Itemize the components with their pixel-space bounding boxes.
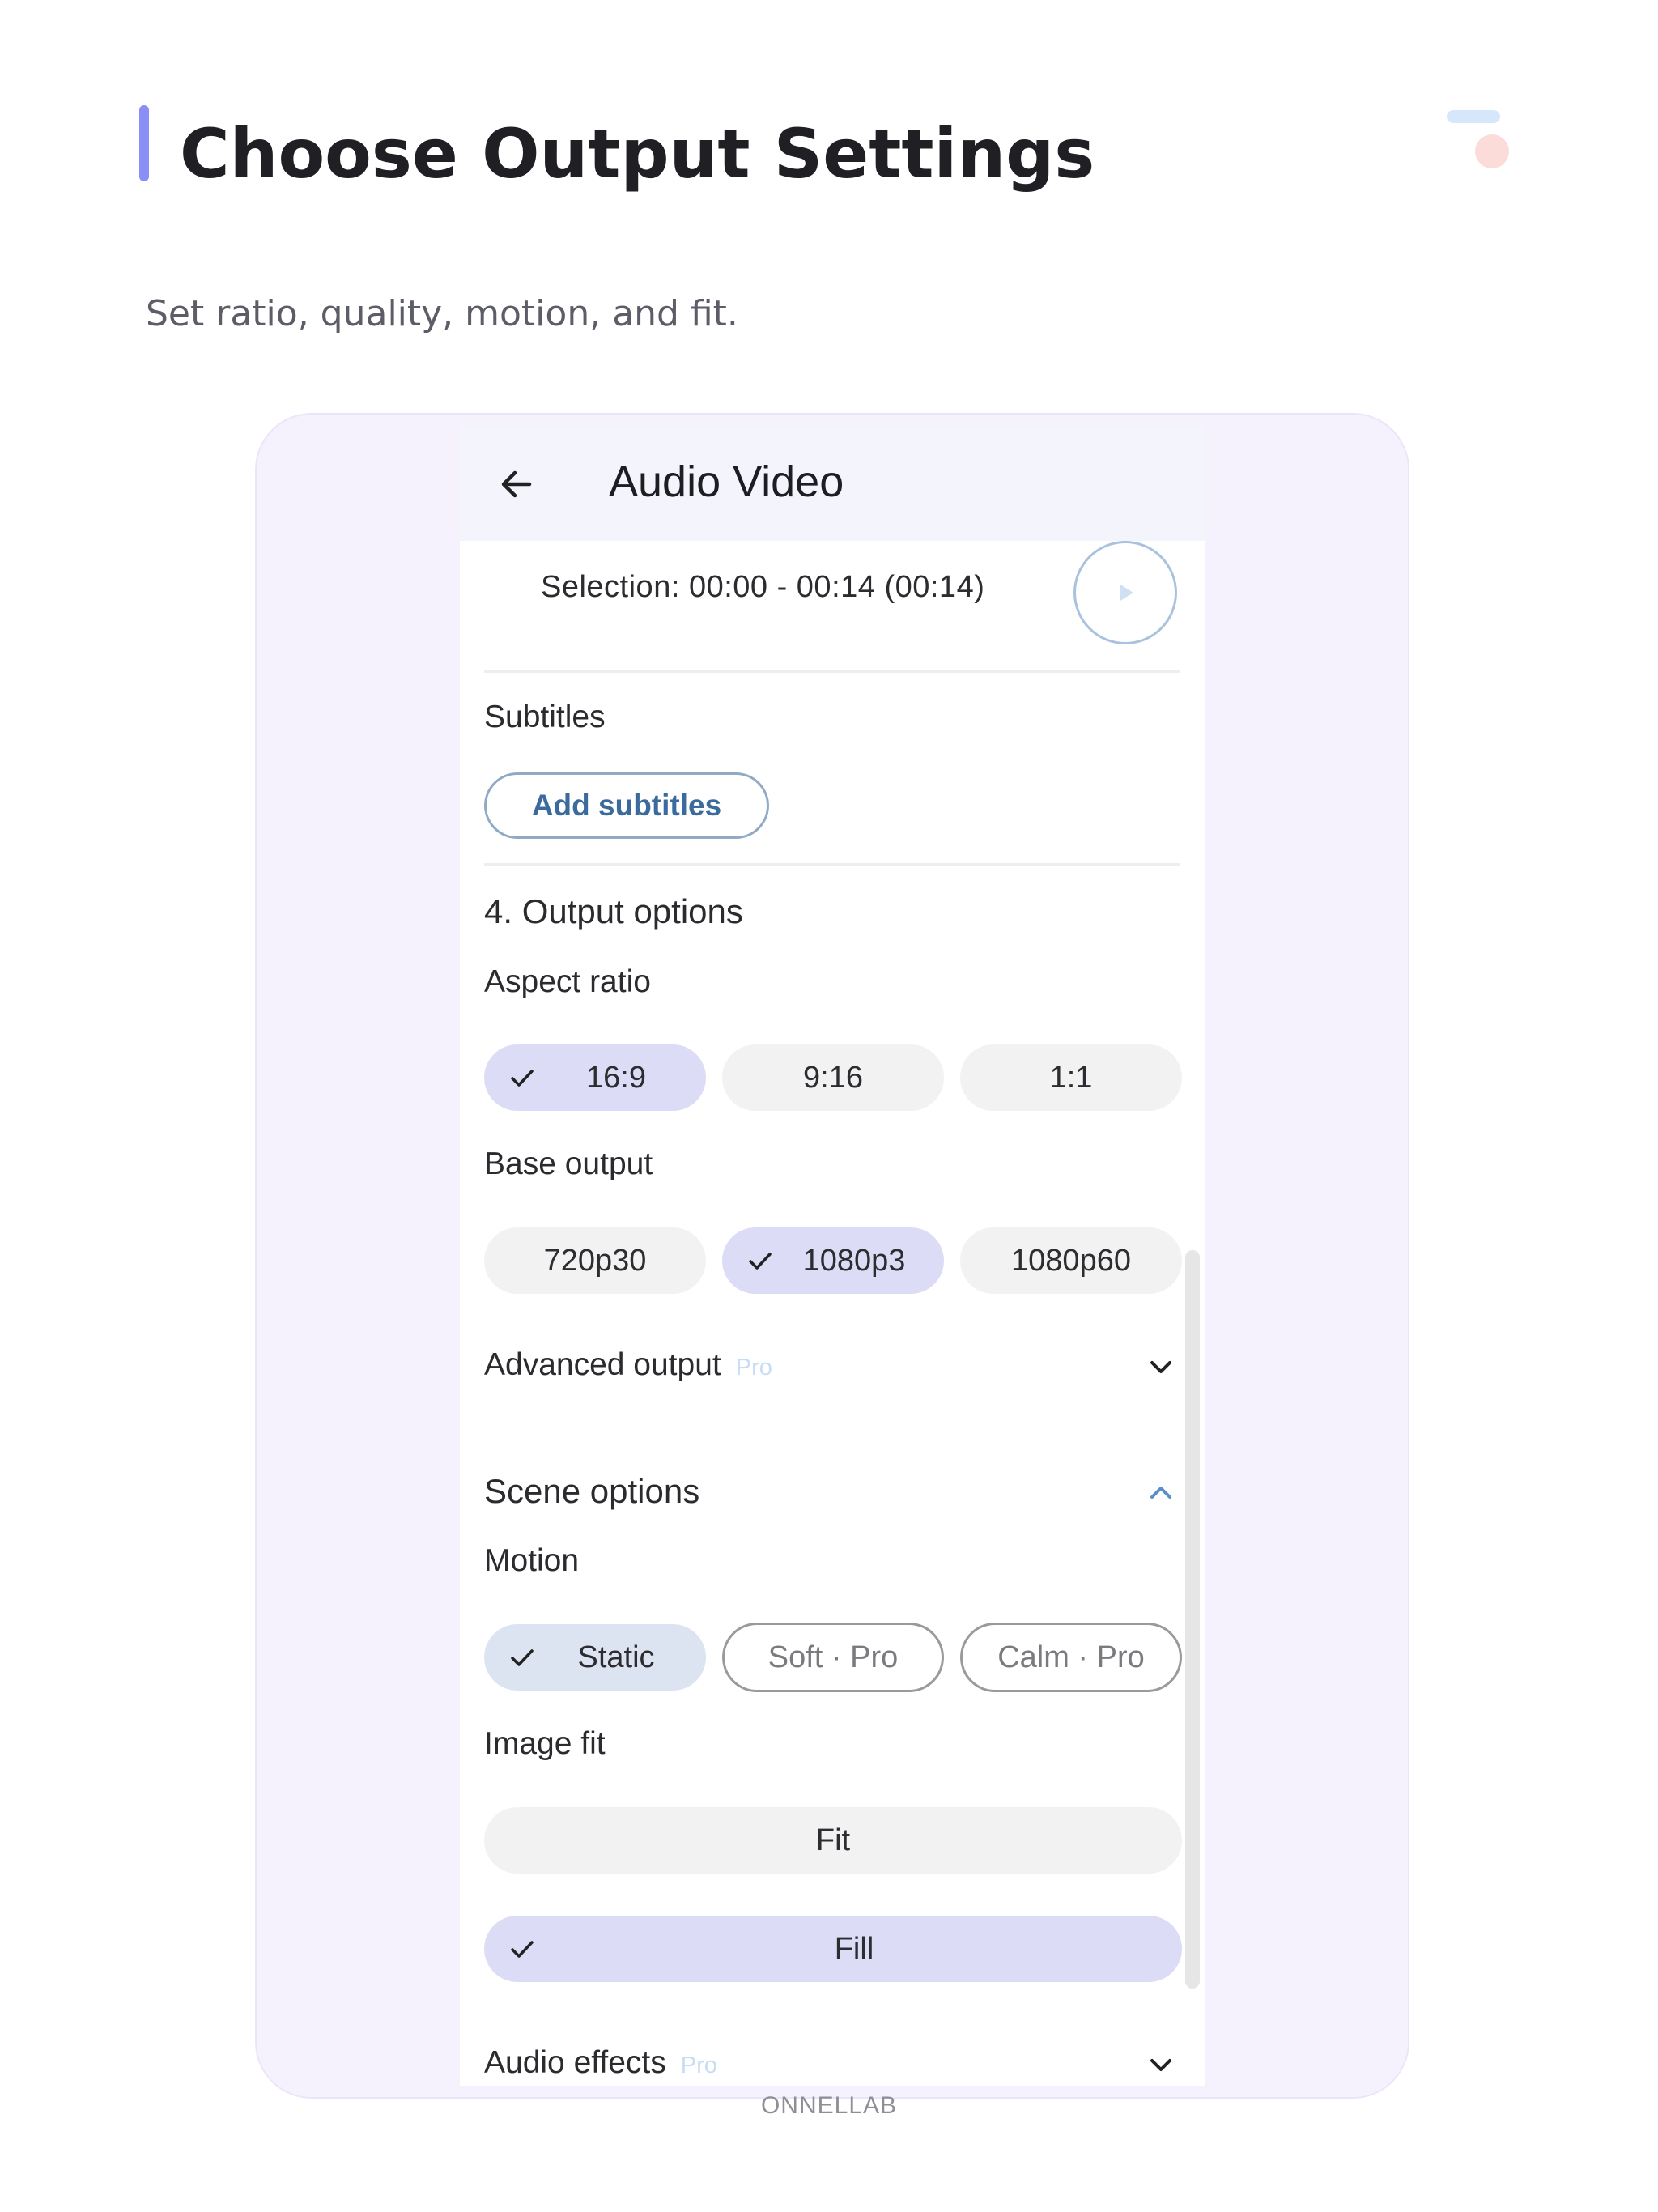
checkmark-icon (511, 1649, 534, 1666)
chip-label: 1080p3 (802, 1243, 906, 1278)
play-icon (1120, 585, 1133, 601)
checkmark-icon (749, 1253, 772, 1270)
app-title: Audio Video (609, 457, 844, 506)
motion-chip-soft-pro[interactable]: Soft · Pro (722, 1623, 944, 1692)
chip-label: 720p30 (543, 1243, 647, 1278)
audio-effects-toggle[interactable]: Audio effects Pro (484, 2045, 717, 2081)
chip-label: 1:1 (1049, 1060, 1093, 1095)
output-chip-1080p60[interactable]: 1080p60 (960, 1227, 1182, 1294)
aspect-ratio-label: Aspect ratio (484, 964, 651, 999)
chevron-down-icon[interactable] (1145, 1351, 1177, 1383)
add-subtitles-button[interactable]: Add subtitles (484, 772, 769, 839)
subtitles-label: Subtitles (484, 700, 606, 734)
page-title: Choose Output Settings (180, 114, 1095, 194)
page-subtitle: Set ratio, quality, motion, and fit. (146, 293, 738, 334)
chip-label: 1080p60 (1011, 1243, 1131, 1278)
footer-brand: ONNELLAB (760, 2092, 898, 2119)
selection-range-text: Selection: 00:00 - 00:14 (00:14) (541, 570, 985, 604)
chip-label: Fill (834, 1931, 874, 1966)
scene-options-toggle[interactable]: Scene options (484, 1472, 699, 1511)
output-chip-720p30[interactable]: 720p30 (484, 1227, 706, 1294)
checkmark-icon (511, 1070, 534, 1087)
app-screen: Audio Video Selection: 00:00 - 00:14 (00… (460, 426, 1205, 2086)
chevron-down-icon[interactable] (1145, 2048, 1177, 2081)
decor-bar (1447, 110, 1500, 123)
image-fit-option-fit[interactable]: Fit (484, 1807, 1182, 1874)
chip-label: Soft · Pro (767, 1640, 899, 1674)
scrollbar[interactable] (1185, 1250, 1200, 1989)
base-output-label: Base output (484, 1146, 653, 1181)
image-fit-option-fill[interactable]: Fill (484, 1916, 1182, 1982)
motion-label: Motion (484, 1543, 580, 1578)
play-button[interactable] (1073, 541, 1177, 644)
divider (484, 863, 1180, 866)
chip-label: Calm · Pro (997, 1640, 1145, 1674)
checkmark-icon (511, 1941, 534, 1958)
chip-label: 16:9 (586, 1060, 646, 1095)
app-bar: Audio Video (460, 426, 1205, 541)
motion-chip-calm-pro[interactable]: Calm · Pro (960, 1623, 1182, 1692)
decor-dot (1475, 134, 1509, 168)
advanced-output-toggle[interactable]: Advanced output Pro (484, 1347, 772, 1383)
divider (484, 670, 1180, 673)
back-arrow-icon[interactable] (492, 460, 541, 508)
title-accent-bar (139, 105, 149, 181)
chip-label: Fit (815, 1823, 851, 1857)
aspect-chip-16-9[interactable]: 16:9 (484, 1044, 706, 1111)
aspect-chip-9-16[interactable]: 9:16 (722, 1044, 944, 1111)
chevron-up-icon[interactable] (1145, 1477, 1177, 1509)
audio-effects-label: Audio effects (484, 2045, 666, 2080)
chip-label: 9:16 (803, 1060, 863, 1095)
image-fit-label: Image fit (484, 1726, 606, 1761)
aspect-chip-1-1[interactable]: 1:1 (960, 1044, 1182, 1111)
output-options-title: 4. Output options (484, 892, 743, 930)
output-chip-1080p3[interactable]: 1080p3 (722, 1227, 944, 1294)
pro-badge: Pro (735, 1355, 772, 1380)
motion-chip-static[interactable]: Static (484, 1624, 706, 1691)
pro-badge: Pro (680, 2052, 717, 2078)
chip-label: Static (577, 1640, 655, 1674)
advanced-output-label: Advanced output (484, 1347, 721, 1382)
